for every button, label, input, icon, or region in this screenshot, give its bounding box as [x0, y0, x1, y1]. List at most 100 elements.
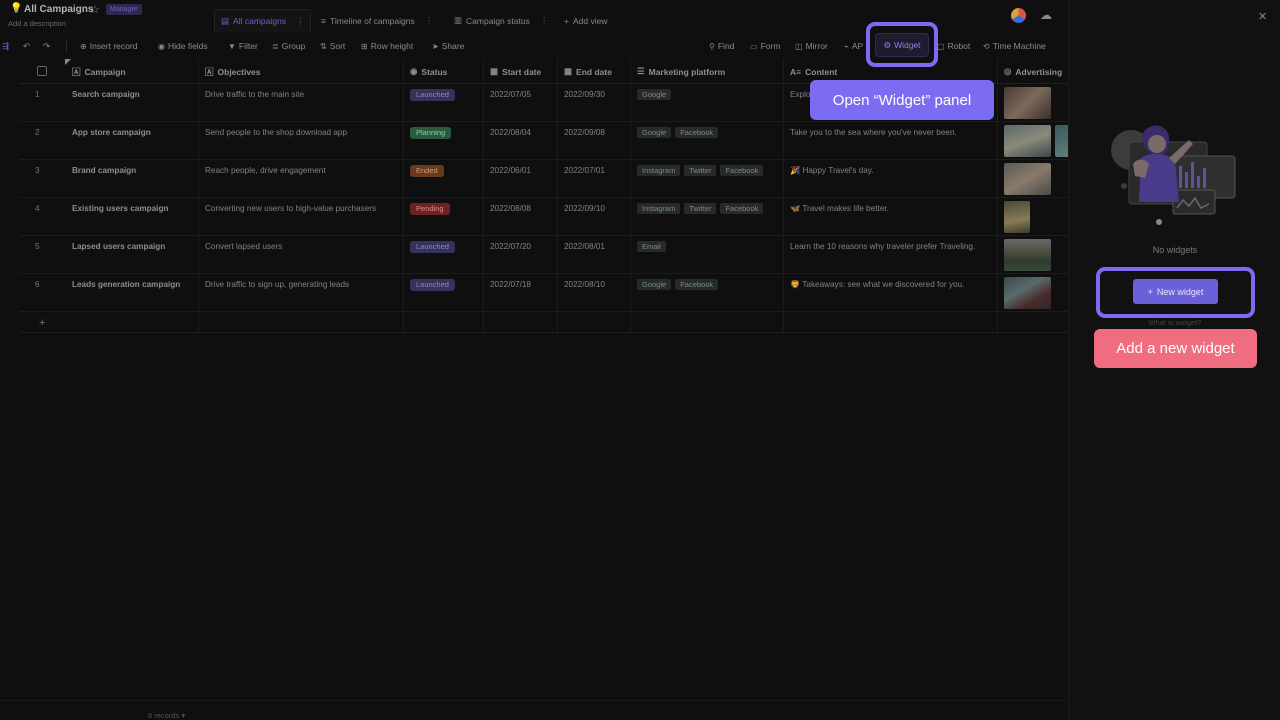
filter-button[interactable]: ▼ Filter [228, 37, 258, 55]
column-header-marketing-platform[interactable]: ☰ Marketing platform [631, 59, 784, 84]
cell-objective[interactable]: Reach people, drive engagement [205, 166, 400, 175]
time-machine-button[interactable]: ⟲ Time Machine [983, 37, 1046, 55]
cell-marketing-platform[interactable]: Google [637, 89, 777, 104]
cell-campaign[interactable]: Leads generation campaign [72, 280, 199, 289]
column-header-advertising[interactable]: ◎ Advertising [998, 59, 1068, 84]
cell-objective[interactable]: Send people to the shop download app [205, 128, 400, 137]
row-height-button[interactable]: ⊞ Row height [361, 37, 413, 55]
tab-timeline[interactable]: ≡ Timeline of campaigns ⋮ [321, 9, 433, 32]
cell-marketing-platform[interactable]: Instagram Twitter Facebook [637, 165, 777, 180]
advertising-image[interactable] [1004, 87, 1051, 119]
table-row[interactable]: 4 Existing users campaign Converting new… [19, 198, 1068, 236]
table-row[interactable]: 2 App store campaign Send people to the … [19, 122, 1068, 160]
cell-campaign[interactable]: App store campaign [72, 128, 199, 137]
divider [66, 40, 67, 52]
insert-record-button[interactable]: ⊕ Insert record [80, 37, 137, 55]
cell-start-date[interactable]: 2022/07/18 [490, 280, 531, 289]
cell-start-date[interactable]: 2022/06/01 [490, 166, 531, 175]
cell-content[interactable]: 🦁 Takeaways: see what we discovered for … [790, 280, 996, 290]
advertising-image[interactable] [1004, 125, 1051, 157]
cell-campaign[interactable]: Lapsed users campaign [72, 242, 199, 251]
more-icon[interactable]: ⋮ [540, 15, 549, 26]
cell-campaign[interactable]: Search campaign [72, 90, 199, 99]
table-row[interactable]: 5 Lapsed users campaign Convert lapsed u… [19, 236, 1068, 274]
cell-end-date[interactable]: 2022/08/10 [564, 280, 605, 289]
table-row[interactable]: 6 Leads generation campaign Drive traffi… [19, 274, 1068, 312]
cell-marketing-platform[interactable]: Google Facebook [637, 127, 777, 142]
more-icon[interactable]: ⋮ [296, 16, 305, 27]
cell-end-date[interactable]: 2022/09/10 [564, 204, 605, 213]
cell-objective[interactable]: Drive traffic to sign up, generating lea… [205, 280, 400, 289]
select-all-checkbox[interactable] [37, 66, 47, 76]
advertising-image[interactable] [1004, 201, 1030, 233]
cell-end-date[interactable]: 2022/07/01 [564, 166, 605, 175]
cell-marketing-platform[interactable]: Email [637, 241, 777, 256]
cloud-icon[interactable]: ☁ [1040, 8, 1052, 22]
advertising-image[interactable] [1055, 125, 1068, 157]
group-button[interactable]: ≣ Group [272, 37, 305, 55]
advertising-image[interactable] [1004, 239, 1051, 271]
column-label: Status [421, 66, 448, 77]
advertising-image[interactable] [1004, 277, 1051, 309]
column-header-start-date[interactable]: ▦ Start date [484, 59, 558, 84]
close-icon[interactable]: ✕ [1258, 10, 1267, 23]
add-description[interactable]: Add a description [8, 19, 66, 28]
cell-campaign[interactable]: Existing users campaign [72, 204, 199, 213]
star-icon[interactable]: ☆ [90, 3, 100, 16]
tab-all-campaigns[interactable]: ▤ All campaigns ⋮ [214, 9, 311, 32]
cell-objective[interactable]: Drive traffic to the main site [205, 90, 400, 99]
what-is-widget-link[interactable]: What is widget? [1069, 318, 1280, 327]
cell-end-date[interactable]: 2022/08/01 [564, 242, 605, 251]
hide-fields-button[interactable]: ◉ Hide fields [158, 37, 208, 55]
cell-content[interactable]: Learn the 10 reasons why traveler prefer… [790, 242, 996, 251]
platform-tag: Facebook [720, 203, 764, 214]
api-button[interactable]: ⌁ AP [844, 37, 863, 55]
form-button[interactable]: ▭ Form [750, 37, 780, 55]
sort-button[interactable]: ⇅ Sort [320, 37, 345, 55]
tab-campaign-status[interactable]: ▥ Campaign status ⋮ [454, 9, 548, 32]
add-view-button[interactable]: + Add view [564, 9, 607, 32]
cell-objective[interactable]: Converting new users to high-value purch… [205, 204, 400, 213]
column-divider [198, 59, 199, 332]
cell-start-date[interactable]: 2022/08/04 [490, 128, 531, 137]
cell-status[interactable]: Pending [410, 203, 450, 215]
cell-campaign[interactable]: Brand campaign [72, 166, 199, 175]
share-button[interactable]: ➤ Share [432, 37, 464, 55]
sidebar-toggle-icon[interactable]: ⇶ [2, 37, 9, 55]
cell-content[interactable]: Take you to the sea where you've never b… [790, 128, 996, 137]
cell-end-date[interactable]: 2022/09/08 [564, 128, 605, 137]
cell-status[interactable]: Launched [410, 89, 455, 101]
hide-fields-label: Hide fields [167, 41, 208, 51]
cell-marketing-platform[interactable]: Google Facebook [637, 279, 777, 294]
no-widgets-text: No widgets [1152, 245, 1198, 255]
avatar[interactable] [1011, 8, 1026, 23]
mirror-button[interactable]: ◫ Mirror [795, 37, 828, 55]
column-header-end-date[interactable]: ▦ End date [558, 59, 631, 84]
column-header-objectives[interactable]: 🄰 Objectives [199, 59, 404, 84]
advertising-image[interactable] [1004, 163, 1051, 195]
cell-start-date[interactable]: 2022/08/08 [490, 204, 531, 213]
cell-content[interactable]: 🎉 Happy Travel's day. [790, 166, 996, 176]
more-icon[interactable]: ⋮ [425, 15, 434, 26]
plus-circle-icon: ⊕ [80, 41, 87, 51]
cell-status[interactable]: Launched [410, 279, 455, 291]
add-row[interactable]: + [19, 313, 1068, 333]
cell-status[interactable]: Launched [410, 241, 455, 253]
cell-objective[interactable]: Convert lapsed users [205, 242, 400, 251]
record-count[interactable]: 6 records ▾ [148, 711, 185, 720]
undo-icon[interactable]: ↶ [23, 37, 30, 55]
find-button[interactable]: ⚲ Find [709, 37, 734, 55]
kanban-view-icon: ▥ [454, 15, 463, 25]
cell-start-date[interactable]: 2022/07/20 [490, 242, 531, 251]
redo-icon[interactable]: ↷ [43, 37, 50, 55]
robot-button[interactable]: ▢ Robot [937, 37, 970, 55]
column-header-status[interactable]: ◉ Status [404, 59, 484, 84]
cell-end-date[interactable]: 2022/09/30 [564, 90, 605, 99]
table-row[interactable]: 3 Brand campaign Reach people, drive eng… [19, 160, 1068, 198]
cell-status[interactable]: Ended [410, 165, 444, 177]
cell-content[interactable]: 🦋 Travel makes life better. [790, 204, 996, 214]
cell-status[interactable]: Planning [410, 127, 452, 139]
cell-start-date[interactable]: 2022/07/05 [490, 90, 531, 99]
column-header-campaign[interactable]: 🄰 Campaign [66, 59, 199, 84]
cell-marketing-platform[interactable]: Instagram Twitter Facebook [637, 203, 777, 218]
